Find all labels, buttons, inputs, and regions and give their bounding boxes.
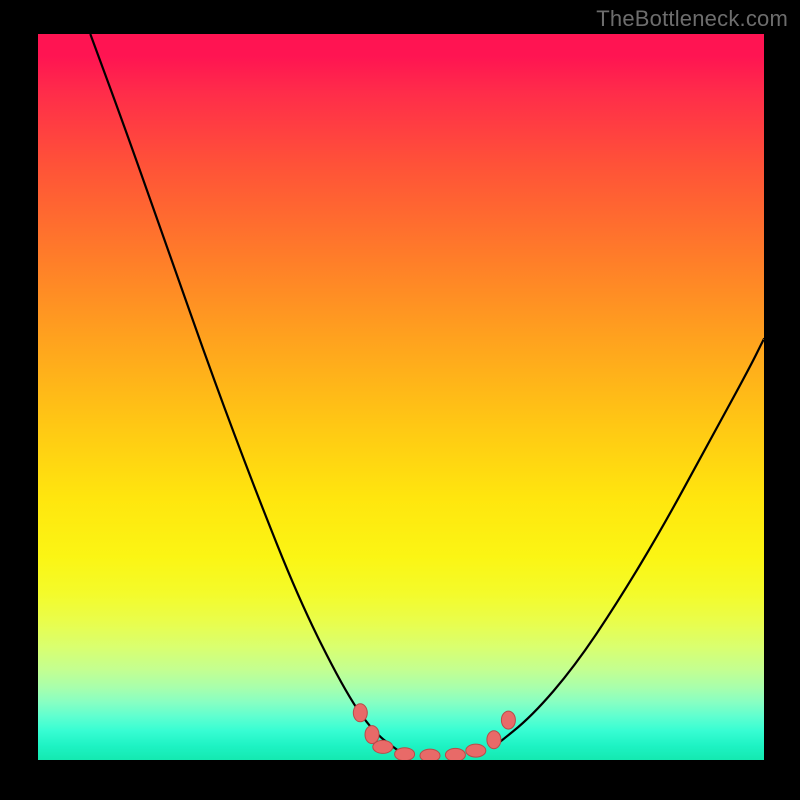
data-marker <box>365 726 379 744</box>
data-marker <box>445 748 465 760</box>
curve-layer <box>38 34 764 760</box>
right-curve <box>495 339 764 746</box>
left-curve <box>90 34 401 753</box>
data-marker <box>487 731 501 749</box>
marker-group <box>353 704 515 760</box>
data-marker <box>466 744 486 757</box>
data-marker <box>373 740 393 753</box>
data-marker <box>501 711 515 729</box>
data-marker <box>395 748 415 760</box>
data-marker <box>420 749 440 760</box>
chart-frame: TheBottleneck.com <box>0 0 800 800</box>
data-marker <box>353 704 367 722</box>
plot-area <box>38 34 764 760</box>
watermark-text: TheBottleneck.com <box>596 6 788 32</box>
